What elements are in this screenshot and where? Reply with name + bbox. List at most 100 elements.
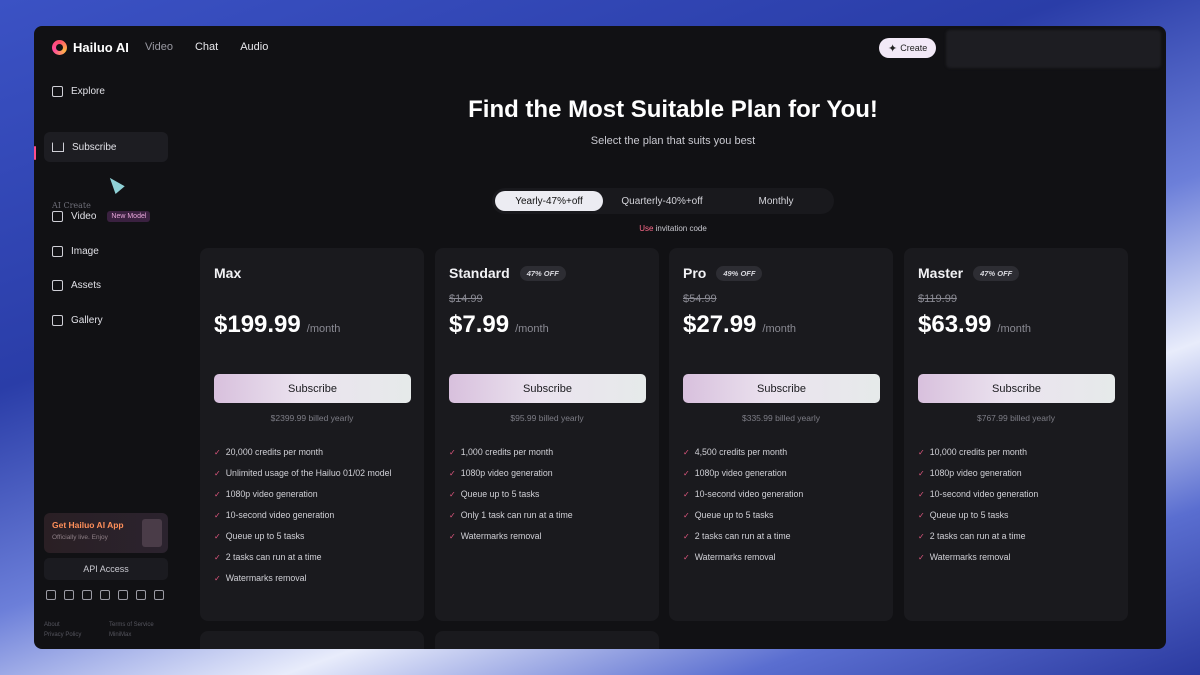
feature-item: ✓ 20,000 credits per month	[214, 446, 410, 459]
app-window: Hailuo AI Video Chat Audio ✦ Create Expl…	[34, 26, 1166, 649]
feature-text: 10-second video generation	[929, 489, 1039, 499]
feature-text: Watermarks removal	[460, 531, 542, 541]
feature-item: ✓ 10-second video generation	[918, 488, 1114, 501]
api-access-button[interactable]: API Access	[44, 558, 168, 580]
check-icon: ✓	[918, 490, 925, 499]
check-icon: ✓	[449, 532, 456, 541]
feature-item: ✓ 4,500 credits per month	[683, 446, 879, 459]
price-period: /month	[997, 323, 1032, 335]
feature-item: ✓ Queue up to 5 tasks	[683, 509, 879, 522]
plan-card-master: Master 47% OFF $119.99 $63.99/month Subscrib…	[904, 248, 1128, 621]
sidebar-item-image[interactable]: Image	[44, 236, 168, 266]
sidebar-item-assets[interactable]: Assets	[44, 270, 168, 300]
plan-card-pro: Pro 49% OFF $54.99 $27.99/month Subscribe $33…	[669, 248, 893, 621]
subscribe-button[interactable]: Subscribe	[683, 374, 880, 403]
feature-list: ✓ 10,000 credits per month ✓ 1080p video ge…	[918, 446, 1114, 572]
price-amount: $63.99	[918, 311, 992, 338]
check-icon: ✓	[683, 469, 690, 478]
sidebar-item-label: Assets	[71, 279, 102, 291]
mouse-cursor-icon	[105, 174, 125, 194]
footer-link[interactable]: Terms of Service	[109, 622, 174, 628]
toggle-yearly[interactable]: Yearly-47%+off	[495, 191, 603, 211]
discord-icon[interactable]	[46, 590, 56, 600]
logo[interactable]: Hailuo AI	[52, 40, 129, 55]
subscribe-button[interactable]: Subscribe	[918, 374, 1115, 403]
logo-text: Hailuo AI	[73, 40, 129, 55]
feature-text: 1080p video generation	[929, 468, 1022, 478]
original-price: $14.99	[449, 293, 483, 305]
account-area[interactable]	[946, 30, 1161, 68]
tiktok-icon[interactable]	[100, 590, 110, 600]
check-icon: ✓	[214, 511, 221, 520]
check-icon: ✓	[683, 511, 690, 520]
footer-link[interactable]: About	[44, 622, 109, 628]
nav-chat[interactable]: Chat	[195, 41, 218, 53]
toggle-quarterly[interactable]: Quarterly-40%+off	[607, 191, 717, 211]
footer-link[interactable]: Privacy Policy	[44, 632, 109, 638]
sidebar-item-gallery[interactable]: Gallery	[44, 305, 168, 335]
feature-text: Watermarks removal	[694, 552, 776, 562]
invite-accent: Use	[639, 224, 654, 233]
app-promo-card[interactable]: Get Hailuo AI App Officially live. Enjoy	[44, 513, 168, 553]
sidebar: Explore Subscribe AI Create Video New Mo…	[34, 70, 180, 649]
crown-icon	[52, 142, 64, 152]
feature-item: ✓ Watermarks removal	[683, 551, 879, 564]
x-icon[interactable]	[64, 590, 74, 600]
check-icon: ✓	[449, 490, 456, 499]
nav-video[interactable]: Video	[145, 41, 173, 53]
youtube-icon[interactable]	[82, 590, 92, 600]
price-amount: $27.99	[683, 311, 757, 338]
feature-text: 2 tasks can run at a time	[694, 531, 791, 541]
billed-yearly-text: $767.99 billed yearly	[977, 413, 1055, 423]
page-subtitle: Select the plan that suits you best	[590, 135, 756, 147]
check-icon: ✓	[683, 490, 690, 499]
sidebar-item-explore[interactable]: Explore	[44, 76, 168, 106]
feature-text: 1080p video generation	[694, 468, 787, 478]
gallery-icon	[52, 314, 63, 326]
price-amount: $199.99	[214, 311, 301, 338]
feature-item: ✓ 1080p video generation	[683, 467, 879, 480]
footer-link[interactable]: MiniMax	[109, 632, 174, 638]
new-model-badge: New Model	[107, 210, 151, 222]
invitation-link[interactable]: Use invitation code	[180, 224, 1166, 233]
discount-badge: 49% OFF	[716, 265, 763, 281]
more-icon[interactable]	[154, 590, 164, 600]
sidebar-item-label: Video	[71, 210, 97, 222]
plan-card-partial	[435, 631, 659, 649]
feature-item: ✓ 10,000 credits per month	[918, 446, 1114, 459]
video-icon	[52, 210, 63, 222]
sparkle-icon: ✦	[888, 42, 898, 55]
check-icon: ✓	[214, 574, 221, 583]
nav-audio[interactable]: Audio	[240, 41, 268, 53]
create-button[interactable]: ✦ Create	[879, 38, 937, 58]
instagram-icon[interactable]	[118, 590, 128, 600]
check-icon: ✓	[449, 448, 456, 457]
price-period: /month	[306, 323, 341, 335]
sidebar-item-label: Gallery	[71, 314, 103, 326]
feature-item: ✓ 10-second video generation	[214, 509, 410, 522]
subscribe-button[interactable]: Subscribe	[214, 374, 411, 403]
price-period: /month	[762, 323, 797, 335]
active-indicator	[34, 146, 36, 160]
price: $63.99/month	[918, 311, 1031, 339]
feature-item: ✓ Watermarks removal	[214, 572, 410, 585]
price: $199.99/month	[214, 311, 340, 339]
plan-card-max: Max $199.99/month Subscribe $2399.99 billed…	[200, 248, 424, 621]
feature-text: Queue up to 5 tasks	[225, 531, 305, 541]
subscribe-button[interactable]: Subscribe	[449, 374, 646, 403]
price-period: /month	[515, 323, 549, 335]
sidebar-item-subscribe[interactable]: Subscribe	[44, 132, 168, 162]
toggle-monthly[interactable]: Monthly	[722, 191, 830, 211]
plan-card-standard: Standard 47% OFF $14.99 $7.99/month Subscrib…	[435, 248, 659, 621]
price-amount: $7.99	[449, 311, 510, 338]
plan-name: Master 47% OFF	[918, 265, 1020, 281]
feature-item: ✓ 10-second video generation	[683, 488, 879, 501]
feature-item: ✓ Queue up to 5 tasks	[449, 488, 645, 501]
feature-text: 1080p video generation	[225, 489, 318, 499]
linkedin-icon[interactable]	[136, 590, 146, 600]
billing-toggle: Yearly-47%+off Quarterly-40%+off Monthly	[492, 188, 834, 214]
plan-name-text: Max	[214, 265, 242, 281]
sidebar-item-label: Explore	[71, 85, 105, 97]
invite-text: invitation code	[655, 224, 707, 233]
sidebar-item-video[interactable]: Video New Model	[44, 201, 168, 231]
